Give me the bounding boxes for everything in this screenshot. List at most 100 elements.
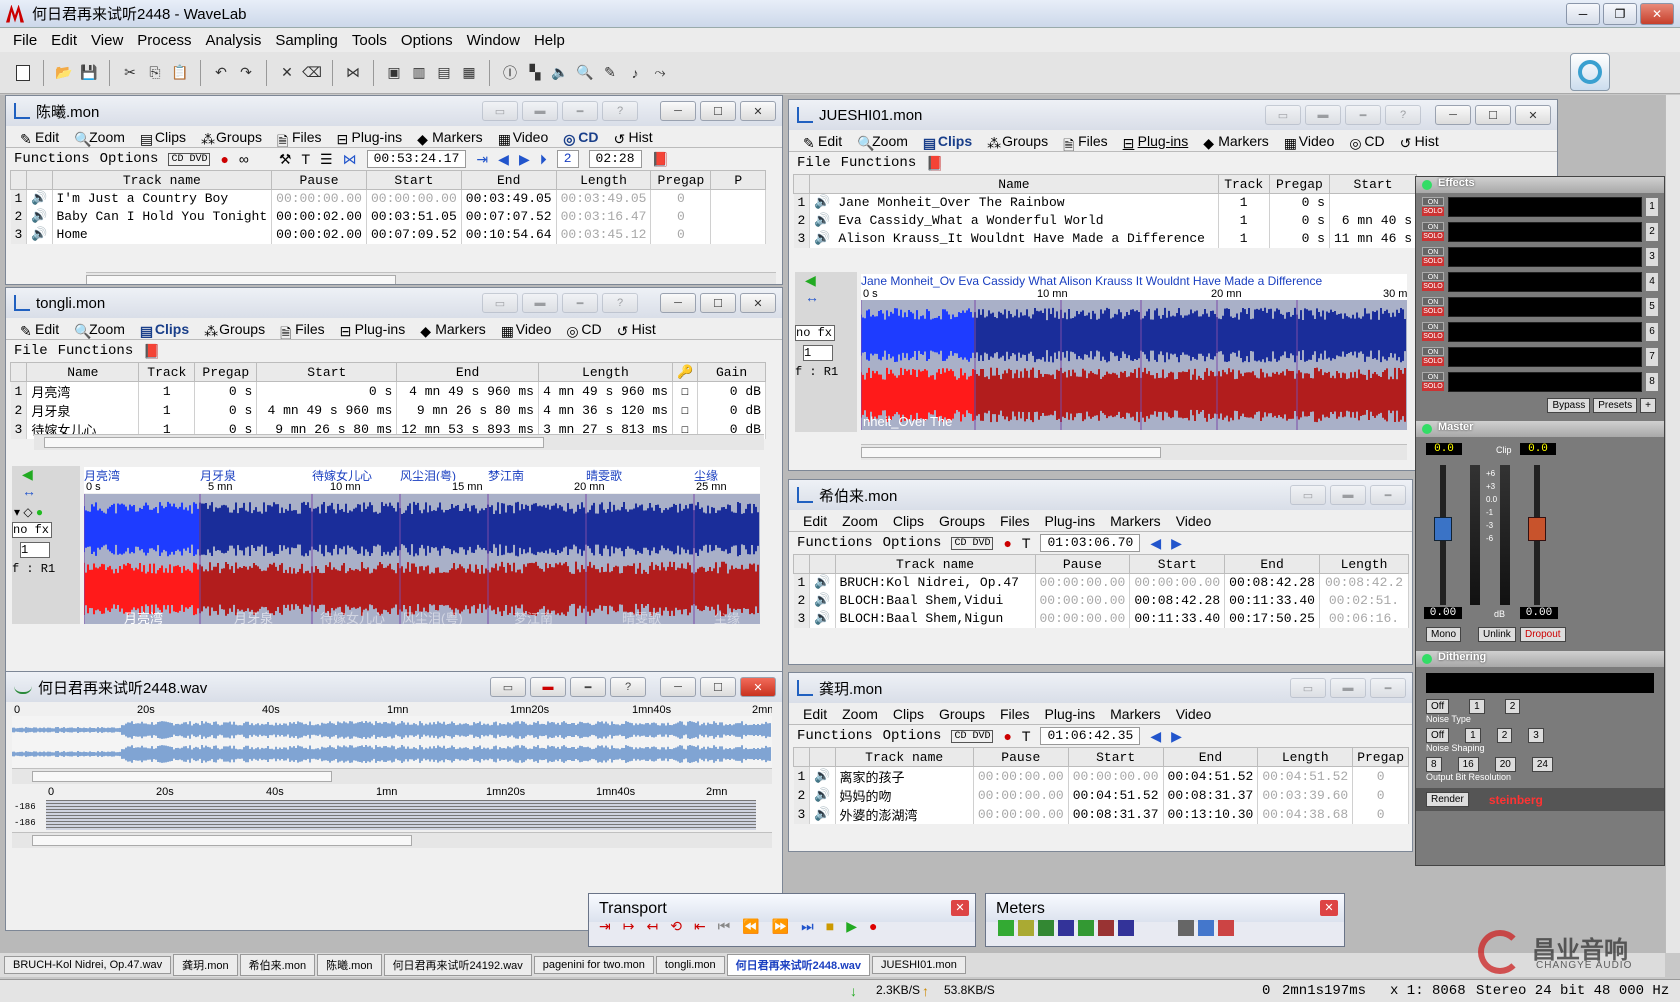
tab-zoom[interactable]: 🔍 Zoom: [68, 129, 132, 147]
paste-icon[interactable]: 📋: [169, 62, 191, 84]
layout-button-2[interactable]: ▬: [1305, 105, 1341, 125]
tab-edit[interactable]: ✎ Edit: [14, 129, 66, 147]
table-row[interactable]: 2 🔊 妈妈的吻 00:00:00.00 00:04:51.52 00:08:31.37 0…: [793, 786, 1409, 805]
tab-files[interactable]: 🗎 Files: [271, 129, 329, 149]
cd-burn-icon[interactable]: [1570, 53, 1610, 91]
layout-button-2[interactable]: ▬: [522, 101, 558, 121]
menu-view[interactable]: View: [84, 32, 130, 49]
tab-history[interactable]: ↺ Hist: [611, 321, 663, 339]
slot-solo-toggle[interactable]: SOLO: [1422, 282, 1444, 291]
vertical-scrollbar[interactable]: [1665, 95, 1680, 953]
tab-video[interactable]: ▦ Video: [492, 129, 556, 147]
col-pregap[interactable]: Pregap: [1352, 747, 1409, 767]
forward-end-icon[interactable]: ⏭: [801, 918, 814, 935]
slot-plugin-box[interactable]: [1448, 322, 1642, 342]
tab-groups[interactable]: ⁂ Groups: [198, 321, 272, 339]
next-track-icon[interactable]: ▶: [1171, 728, 1182, 745]
speaker-icon[interactable]: 🔊: [26, 207, 53, 226]
window-maximize-button[interactable]: ☐: [700, 293, 736, 313]
text-tool-icon[interactable]: Ⓘ: [499, 62, 521, 84]
col-pregap[interactable]: Pregap: [194, 362, 258, 382]
slot-plugin-box[interactable]: [1448, 247, 1642, 267]
expand-icon[interactable]: ↔: [795, 289, 857, 305]
slot-on-toggle[interactable]: ON: [1422, 247, 1444, 256]
next-track-icon[interactable]: ▶: [519, 151, 530, 168]
record-icon[interactable]: ●: [1003, 728, 1011, 744]
tile-horizontal-icon[interactable]: ▤: [433, 62, 455, 84]
track-controls[interactable]: ▾ ◇ ●: [12, 505, 80, 519]
window-close-button[interactable]: ✕: [740, 101, 776, 121]
tab-groups[interactable]: ⁂ Groups: [195, 129, 269, 147]
table-row[interactable]: 2 月牙泉 1 0 s 4 mn 49 s 960 ms 9 mn 26 s 8…: [10, 401, 766, 420]
marker-ruler[interactable]: 月亮湾 月牙泉 待嫁女儿心 风尘泪(粤) 梦江南 晴雯歌 尘缘: [84, 467, 760, 481]
pencil-icon[interactable]: ✎: [599, 62, 621, 84]
pause-icon[interactable]: [1198, 920, 1214, 936]
cd-dvd-toggle[interactable]: CD DVD: [951, 536, 994, 550]
tab-video[interactable]: Video: [1170, 706, 1219, 722]
tab-markers[interactable]: ◆ Markers: [1197, 133, 1276, 151]
table-row[interactable]: 3 🔊 BLOCH:Baal Shem,Nigun 00:00:00.00 00:11:…: [793, 609, 1410, 628]
arrow-left-icon[interactable]: ◀: [12, 466, 80, 483]
window-minimize-button[interactable]: ─: [660, 293, 696, 313]
record-icon[interactable]: ●: [869, 918, 877, 935]
doc-tab[interactable]: JUESHI01.mon: [872, 956, 966, 974]
functions-menu[interactable]: Functions: [58, 343, 134, 359]
layout-button-1[interactable]: ▭: [482, 293, 518, 313]
render-button[interactable]: Render: [1426, 792, 1469, 807]
col-pregap[interactable]: Pregap: [650, 170, 712, 190]
doc-tab[interactable]: pagenini for two.mon: [533, 956, 654, 974]
marker[interactable]: 风尘泪(粤): [400, 467, 456, 481]
tab-edit[interactable]: ✎ Edit: [14, 321, 66, 339]
col-p[interactable]: P: [710, 170, 766, 190]
help-button[interactable]: ?: [602, 101, 638, 121]
slot-plugin-box[interactable]: [1448, 272, 1642, 292]
prev-track-icon[interactable]: ◀: [1150, 535, 1161, 552]
tab-edit[interactable]: Edit: [797, 513, 834, 529]
slot-on-toggle[interactable]: ON: [1422, 197, 1444, 206]
marker[interactable]: 尘缘: [694, 467, 718, 481]
layout-button-2[interactable]: ▬: [522, 293, 558, 313]
meters-close-button[interactable]: ✕: [1320, 900, 1338, 916]
loop-icon[interactable]: ⇥: [599, 918, 611, 935]
col-start[interactable]: Start: [1129, 554, 1226, 574]
col-length[interactable]: Length: [555, 170, 652, 190]
col-start[interactable]: Start: [256, 362, 398, 382]
tab-cd[interactable]: ◎ CD: [1343, 133, 1391, 151]
marker[interactable]: 晴雯歌: [586, 467, 622, 481]
layout-button-1[interactable]: ▭: [490, 677, 526, 697]
speaker-icon[interactable]: 🔊: [809, 609, 836, 628]
slot-plugin-box[interactable]: [1448, 197, 1642, 217]
color-icon[interactable]: ▚: [524, 62, 546, 84]
spectrometer-icon[interactable]: [1118, 920, 1134, 936]
col-start[interactable]: Start: [365, 170, 462, 190]
montage-waveform[interactable]: [861, 300, 1407, 430]
layout-button-2[interactable]: ▬: [1330, 678, 1366, 698]
lock-checkbox[interactable]: ☐: [672, 381, 699, 401]
menu-help[interactable]: Help: [527, 32, 572, 49]
options-menu[interactable]: Options: [100, 151, 159, 167]
slot-solo-toggle[interactable]: SOLO: [1422, 332, 1444, 341]
help-button[interactable]: ?: [602, 293, 638, 313]
options-menu[interactable]: Options: [883, 535, 942, 551]
main-waveform[interactable]: [46, 800, 756, 830]
layout-button-1[interactable]: ▭: [1290, 678, 1326, 698]
presets-button[interactable]: Presets: [1593, 398, 1638, 413]
link-icon[interactable]: ∞: [239, 151, 249, 167]
menu-options[interactable]: Options: [394, 32, 460, 49]
magnify-icon[interactable]: 🔍: [574, 62, 596, 84]
slot-on-toggle[interactable]: ON: [1422, 272, 1444, 281]
layout-button-2[interactable]: ▬: [1330, 485, 1366, 505]
tab-zoom[interactable]: 🔍 Zoom: [68, 321, 132, 339]
table-row[interactable]: 1 🔊 I'm Just a Country Boy 00:00:00.00 0…: [10, 189, 766, 208]
layout-button-2[interactable]: ▬: [530, 677, 566, 697]
slot-plugin-box[interactable]: [1448, 347, 1642, 367]
col-lock-icon[interactable]: 🔑: [671, 362, 699, 382]
main-ruler[interactable]: 0 20s 40s 1mn 1mn20s 1mn40s 2mn: [46, 786, 756, 798]
window-close-button[interactable]: ✕: [740, 677, 776, 697]
fx-selector[interactable]: no fx: [12, 522, 52, 538]
book-icon[interactable]: 📕: [143, 343, 160, 360]
col-name[interactable]: Name: [809, 174, 1219, 194]
tab-clips[interactable]: ▤ Clips: [917, 133, 979, 151]
record-icon[interactable]: ●: [220, 151, 228, 167]
text-icon[interactable]: T: [301, 151, 310, 167]
